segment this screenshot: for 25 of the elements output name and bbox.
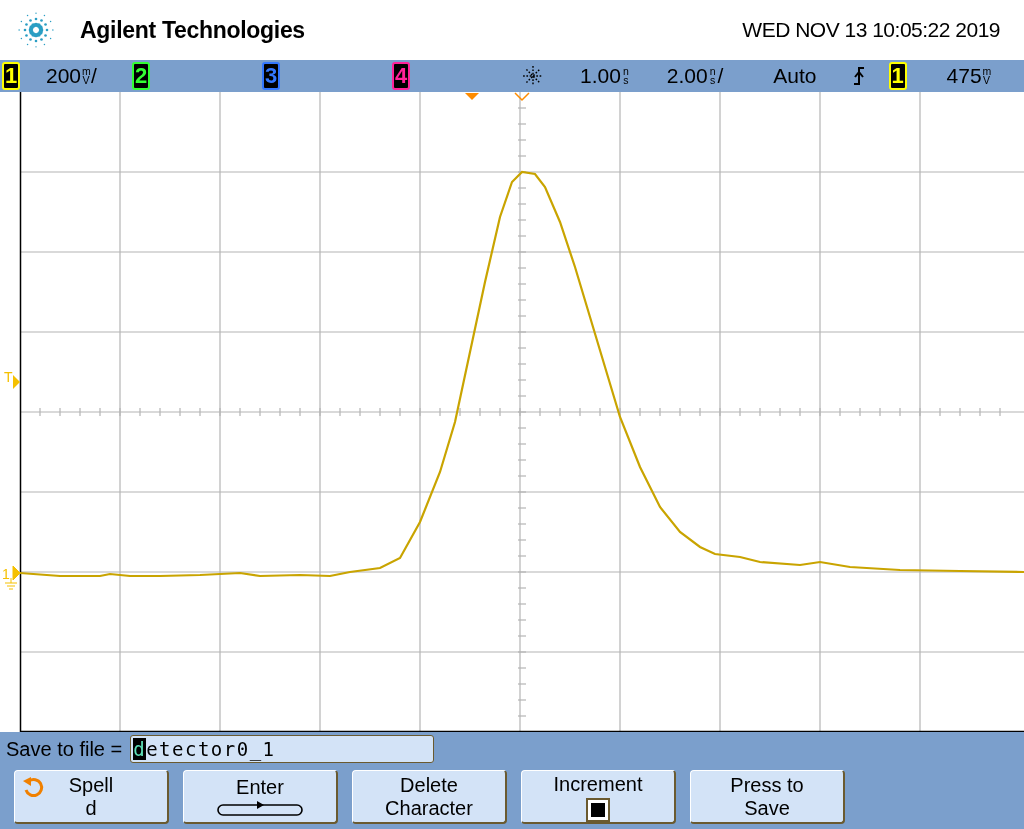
softkey-button[interactable]: Delete Character [352, 770, 507, 824]
channel-badge[interactable]: 1 [2, 62, 20, 90]
channel-badge[interactable]: 3 [262, 62, 280, 90]
date-time: WED NOV 13 10:05:22 2019 [742, 18, 1000, 42]
softkey-button[interactable]: Spell d [14, 770, 169, 824]
enter-key-icon [217, 799, 303, 817]
trigger-level-marker: T [4, 369, 13, 385]
ground-arrow-icon [4, 565, 21, 590]
rising-edge-icon [852, 66, 865, 86]
trigger-level-arrow [13, 375, 20, 389]
softkey-button[interactable]: Press to Save [690, 770, 845, 824]
delay-reference-marker [514, 92, 530, 102]
channel-badge[interactable]: 2 [132, 62, 150, 90]
increment-checkbox[interactable] [588, 800, 608, 820]
softkey-button[interactable]: Increment [521, 770, 676, 824]
rotate-arrow-icon [21, 775, 45, 799]
trigger-source-badge[interactable]: 1 [888, 62, 907, 90]
trigger-mode: Auto [773, 64, 817, 88]
trigger-spark-icon [522, 65, 544, 87]
filename-field[interactable]: d etector0_1 [130, 735, 435, 763]
brand-name: Agilent Technologies [80, 16, 305, 44]
channel-badge[interactable]: 4 [392, 62, 410, 90]
ground-marker: 1 [2, 566, 10, 582]
save-label: Save to file = [6, 737, 123, 761]
softkey-button[interactable]: Enter [183, 770, 338, 824]
